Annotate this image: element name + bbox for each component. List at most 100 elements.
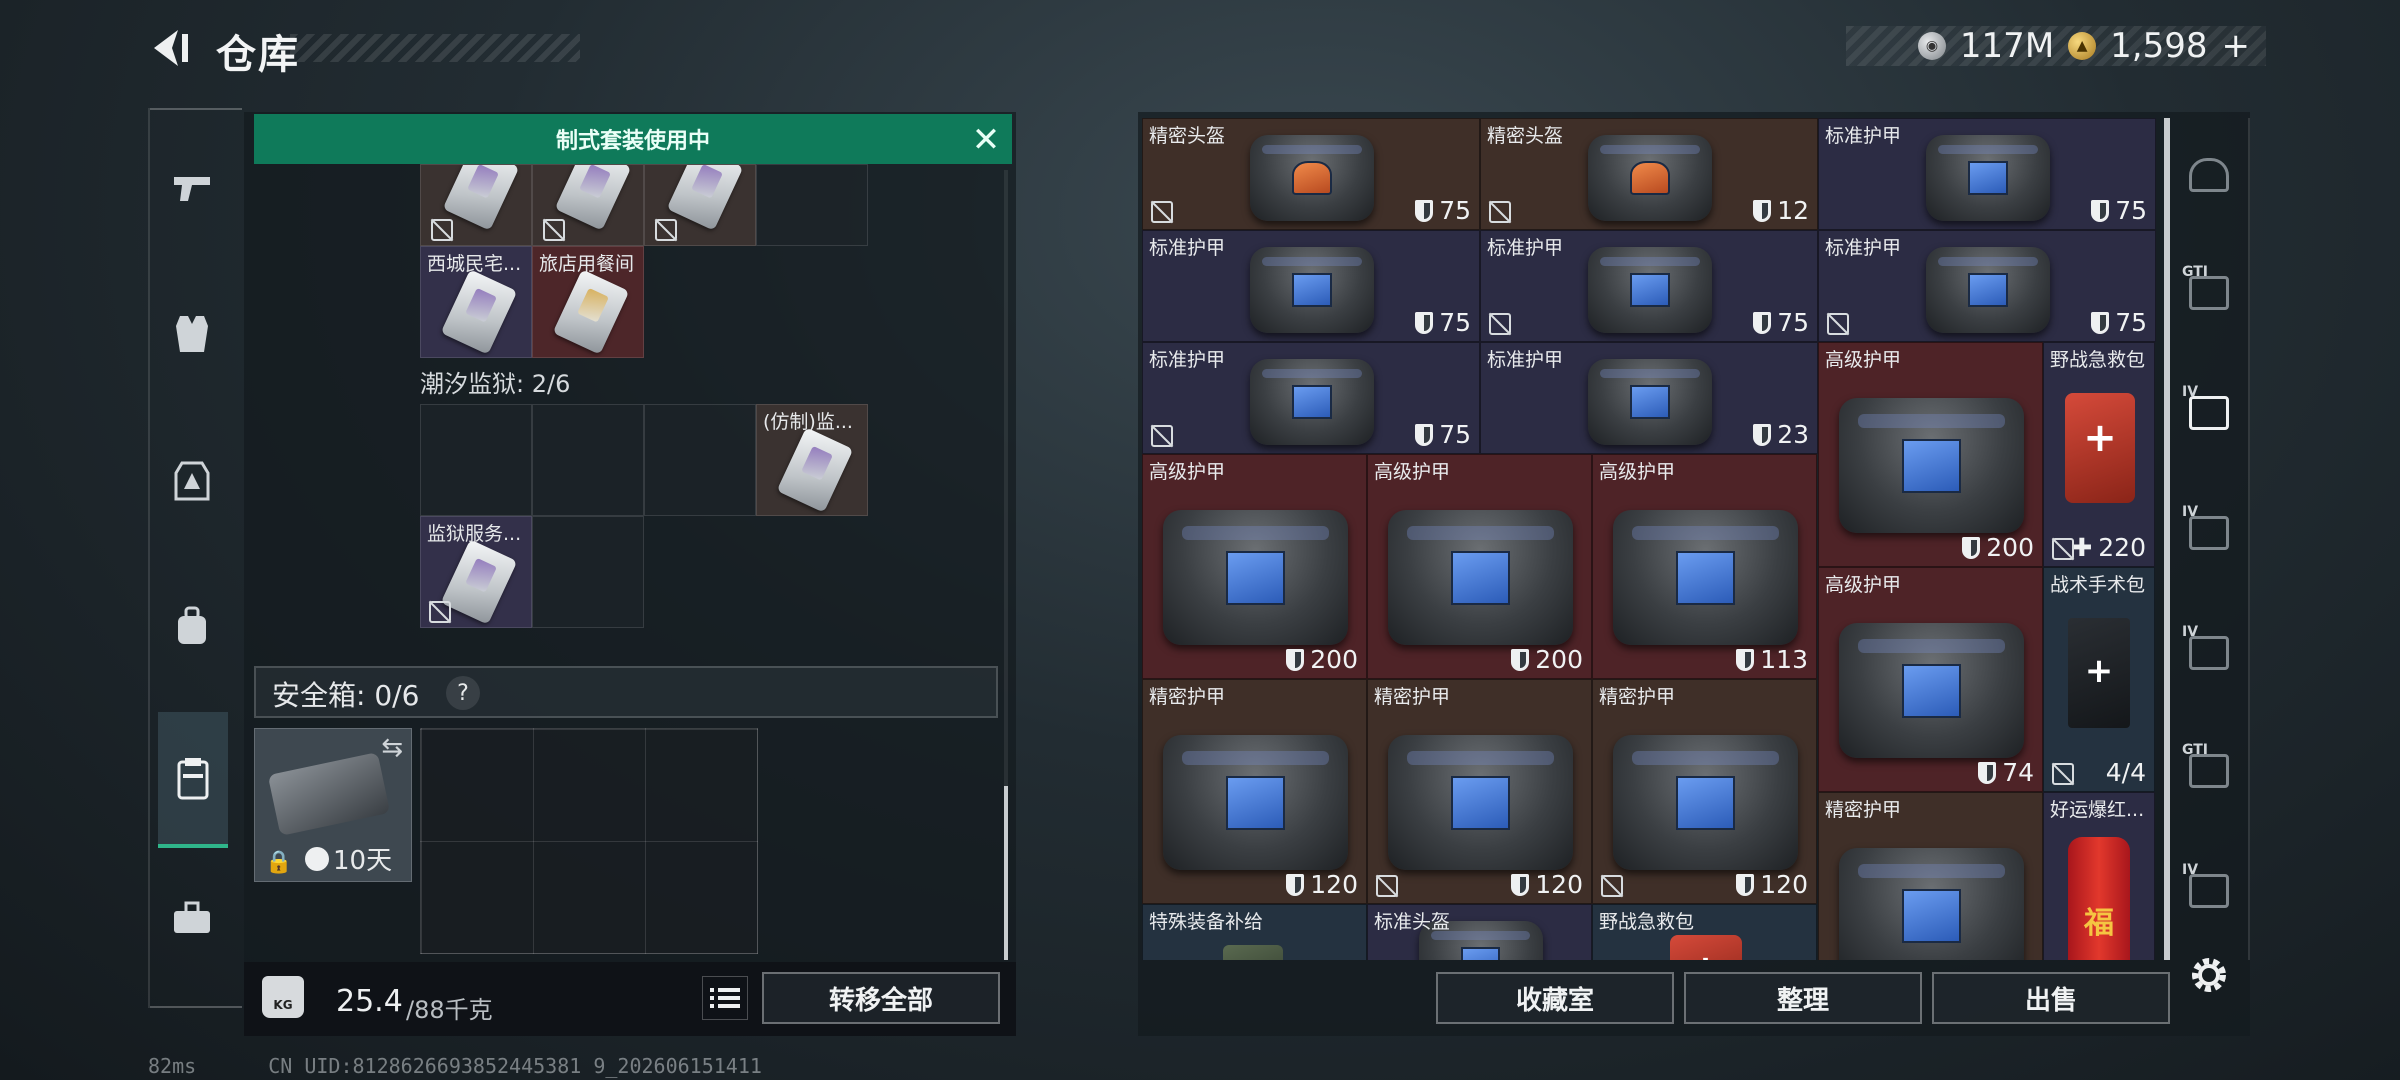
durability-value: 220 — [2098, 533, 2146, 562]
inventory-item[interactable]: 精密护甲 120 — [1592, 679, 1817, 904]
gun-tier-tab[interactable]: GTI — [2178, 262, 2240, 324]
weapon-tab[interactable] — [156, 152, 228, 224]
page-title: 仓库 — [216, 32, 300, 78]
armor-icon — [1839, 848, 2024, 960]
inventory-item[interactable]: 精密护甲 — [1818, 792, 2043, 960]
keycard-icon — [666, 165, 744, 231]
empty-cell[interactable] — [756, 164, 868, 246]
shield-icon — [2091, 311, 2110, 334]
item-cell[interactable]: (仿制)监... — [756, 404, 868, 516]
scrollbar-thumb[interactable] — [1004, 786, 1008, 960]
kit-in-use-banner: 制式套装使用中 — [254, 114, 1012, 164]
inventory-item[interactable]: 标准头盔 — [1367, 904, 1592, 960]
transfer-all-button[interactable]: 转移全部 — [762, 972, 1000, 1024]
inventory-item[interactable]: 高级护甲 200 — [1818, 342, 2043, 567]
durability: 74 — [1978, 758, 2034, 787]
organize-button[interactable]: 整理 — [1684, 972, 1922, 1024]
empty-cell[interactable] — [420, 404, 532, 516]
empty-cell[interactable] — [532, 516, 644, 628]
inventory-item[interactable]: 野战急救包 ✚220 — [2043, 342, 2155, 567]
inventory-item[interactable]: 标准护甲 75 — [1142, 342, 1480, 454]
pistol-icon — [174, 177, 210, 201]
inventory-item[interactable]: 标准护甲 75 — [1818, 230, 2156, 342]
item-label: 高级护甲 — [1149, 461, 1226, 483]
durability: 200 — [1286, 645, 1358, 674]
inventory-item[interactable]: 标准护甲 75 — [1142, 230, 1480, 342]
inventory-item[interactable]: 精密护甲 120 — [1367, 679, 1592, 904]
empty-cell[interactable] — [532, 404, 644, 516]
armor-tier4-tab[interactable]: IV — [2178, 860, 2240, 922]
item-cell[interactable] — [644, 164, 756, 246]
weight-current: 25.4 — [336, 984, 403, 1019]
durability-value: 113 — [1760, 645, 1808, 674]
item-cell[interactable]: 西城民宅... — [420, 246, 532, 358]
shield-icon — [1286, 873, 1305, 896]
collection-room-button[interactable]: 收藏室 — [1436, 972, 1674, 1024]
gear-icon[interactable] — [2186, 952, 2232, 998]
item-label: 标准护甲 — [1149, 237, 1226, 259]
inventory-item[interactable]: 野战急救包 — [1592, 904, 1817, 960]
back-arrow-icon[interactable] — [148, 26, 192, 70]
armor-tier-tab[interactable]: GTI — [2178, 740, 2240, 802]
medkit-tier-tab[interactable]: IV — [2178, 382, 2240, 444]
safe-box-item[interactable]: ⇆ 🔒 10天 — [254, 728, 412, 882]
durability-value: 120 — [1535, 870, 1583, 899]
backpack-tab[interactable] — [156, 590, 228, 662]
list-view-button[interactable] — [702, 976, 748, 1020]
inventory-item[interactable]: 精密头盔 12 — [1480, 118, 1818, 230]
inventory-item[interactable]: 高级护甲 200 — [1142, 454, 1367, 679]
shield-icon — [1978, 761, 1997, 784]
safe-box-grid[interactable] — [420, 728, 758, 954]
toolbox-tab[interactable] — [156, 882, 228, 954]
silver-amount: 117M — [1959, 26, 2055, 66]
title-decoration — [290, 34, 580, 62]
tier-label: GTI — [2182, 264, 2209, 280]
inventory-item[interactable]: 特殊装备补给 — [1142, 904, 1367, 960]
folder-tier4-tab-b[interactable]: IV — [2178, 622, 2240, 684]
tier-label: GTI — [2182, 742, 2209, 758]
inventory-item[interactable]: 标准护甲 75 — [1818, 118, 2156, 230]
inventory-item[interactable]: 高级护甲 200 — [1367, 454, 1592, 679]
inventory-item[interactable]: 精密护甲 120 — [1142, 679, 1367, 904]
item-cell[interactable] — [420, 164, 532, 246]
durability: 75 — [1415, 308, 1471, 337]
inventory-item[interactable]: 战术手术包 4/4 — [2043, 567, 2155, 792]
item-label: 特殊装备补给 — [1149, 911, 1264, 933]
item-label: 战术手术包 — [2050, 574, 2146, 596]
no-trade-icon — [2052, 763, 2074, 785]
armor-tab[interactable] — [156, 444, 228, 516]
armor-icon — [1926, 135, 2050, 221]
container-tab[interactable] — [158, 712, 228, 848]
weight-icon: KG — [262, 976, 304, 1018]
backpack-icon — [178, 606, 206, 644]
helmet-tab[interactable] — [2178, 144, 2240, 206]
surgical-kit-icon — [2068, 618, 2130, 728]
folder-tier4-tab-a[interactable]: IV — [2178, 502, 2240, 564]
gold-coin-icon: ▲ — [2068, 32, 2097, 60]
tier-label: IV — [2182, 862, 2199, 878]
close-icon[interactable]: ✕ — [966, 120, 1006, 160]
inventory-item[interactable]: 好运爆红... — [2043, 792, 2155, 960]
inventory-item[interactable]: 精密头盔 75 — [1142, 118, 1480, 230]
add-gold-button[interactable]: + — [2222, 26, 2251, 66]
help-button[interactable]: ? — [446, 676, 480, 710]
inventory-item[interactable]: 高级护甲 113 — [1592, 454, 1817, 679]
empty-cell[interactable] — [644, 404, 756, 516]
sell-button[interactable]: 出售 — [1932, 972, 2170, 1024]
item-cell[interactable]: 监狱服务... — [420, 516, 532, 628]
inventory-item[interactable]: 标准护甲 75 — [1480, 230, 1818, 342]
item-cell[interactable] — [532, 164, 644, 246]
inventory-item[interactable]: 高级护甲 74 — [1818, 567, 2043, 792]
durability-value: 75 — [1777, 308, 1809, 337]
scrollbar-thumb[interactable] — [2164, 118, 2170, 960]
swap-icon[interactable]: ⇆ — [381, 733, 403, 763]
item-label: 标准护甲 — [1825, 125, 1902, 147]
durability-value: 200 — [1310, 645, 1358, 674]
safe-box-label: 安全箱: 0/6 — [272, 679, 420, 712]
shield-icon — [1511, 873, 1530, 896]
case-icon — [267, 752, 391, 836]
durability: 4/4 — [2106, 758, 2146, 787]
vest-tab[interactable] — [156, 298, 228, 370]
item-cell[interactable]: 旅店用餐间 — [532, 246, 644, 358]
inventory-item[interactable]: 标准护甲 23 — [1480, 342, 1818, 454]
